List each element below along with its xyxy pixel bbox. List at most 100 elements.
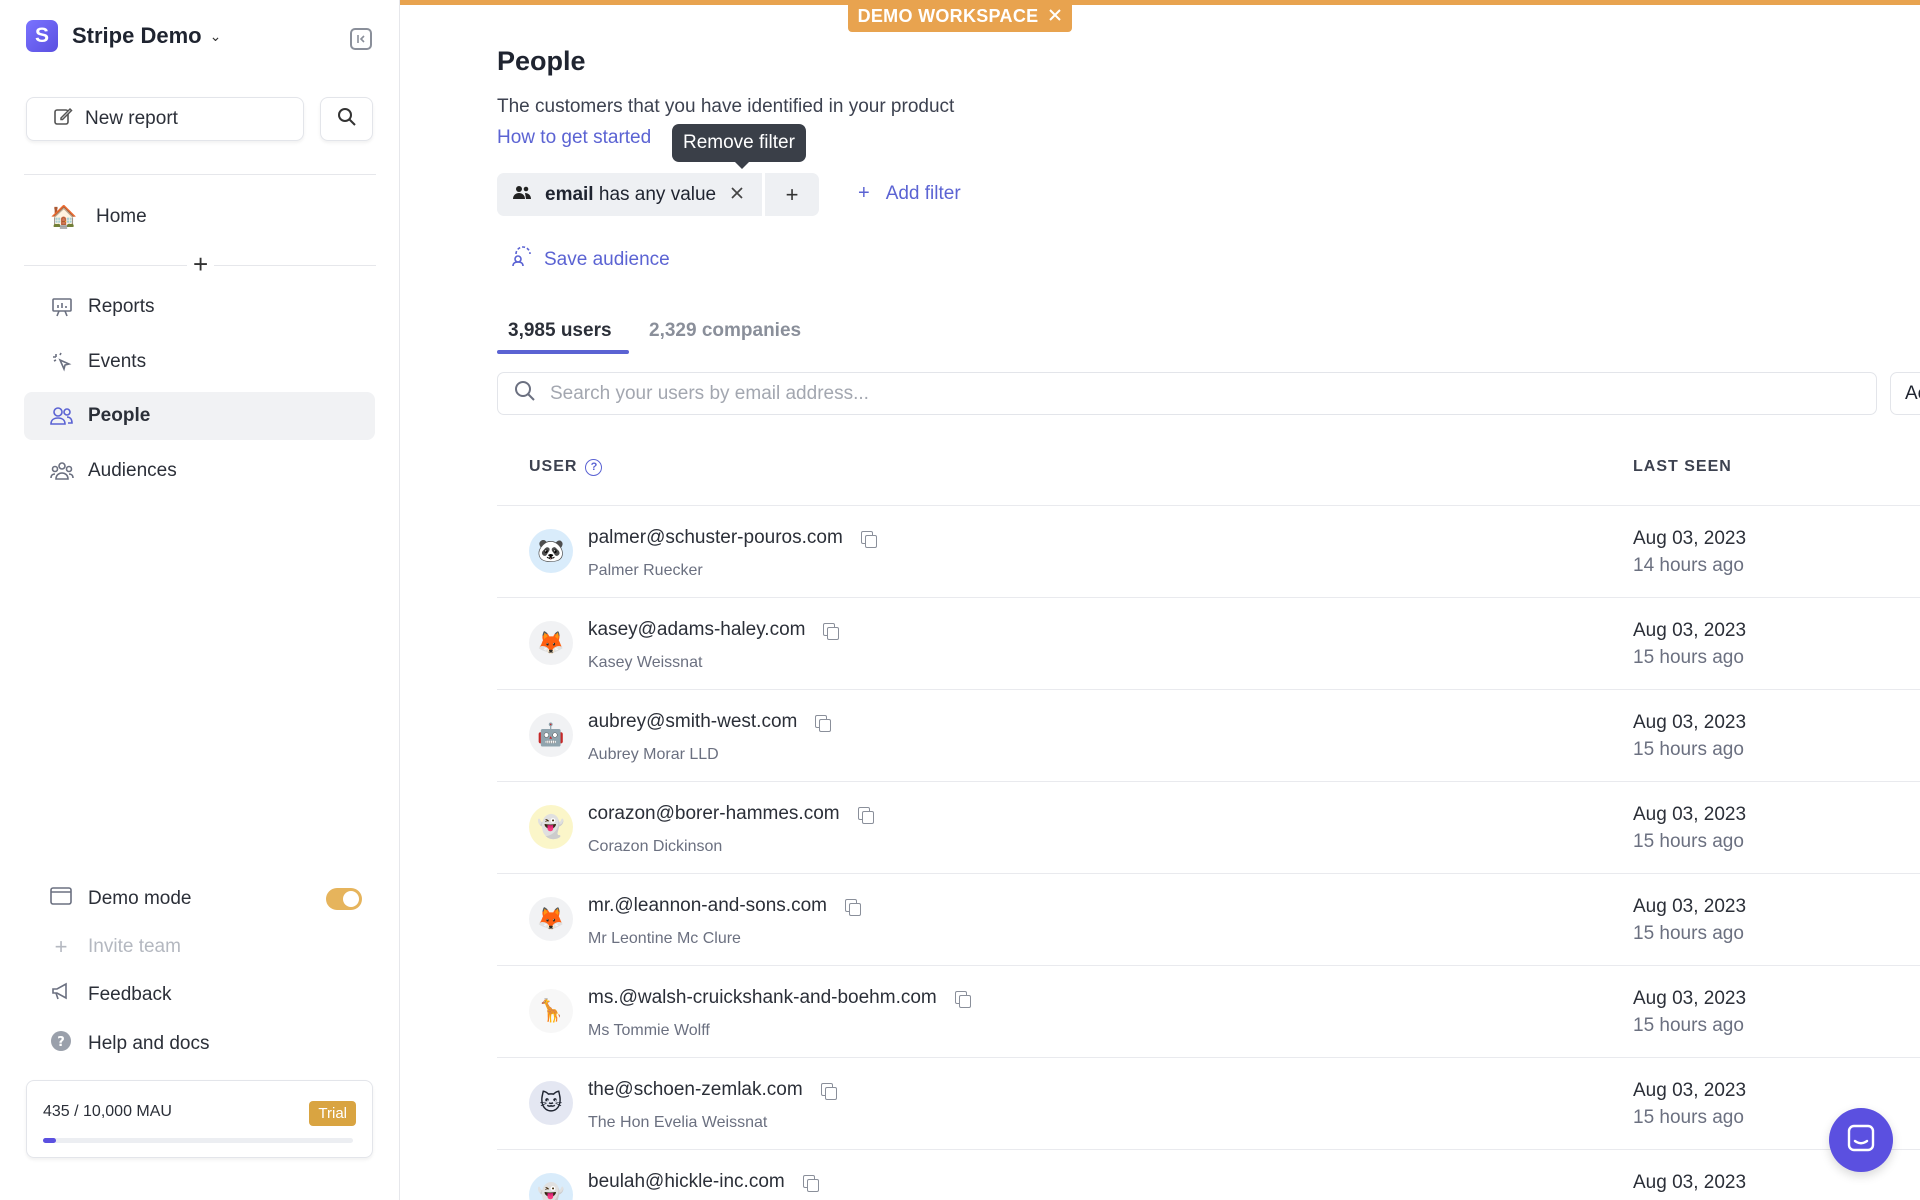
sidebar-item-reports[interactable]: Reports (24, 283, 375, 331)
user-email[interactable]: palmer@schuster-pouros.com (588, 527, 877, 549)
search-icon (514, 380, 536, 407)
table-row[interactable]: 🐱 the@schoen-zemlak.com The Hon Evelia Wei… (497, 1057, 1920, 1149)
user-email[interactable]: the@schoen-zemlak.com (588, 1079, 837, 1101)
plus-icon: + (54, 934, 68, 959)
copy-icon[interactable] (815, 714, 832, 732)
user-name: Mr Leontine Mc Clure (588, 930, 741, 947)
help-docs-item[interactable]: ? Help and docs (50, 1030, 209, 1058)
add-filter-button[interactable]: + Add filter (858, 182, 961, 205)
last-seen-date: Aug 03, 2023 (1633, 1172, 1747, 1193)
user-email[interactable]: ms.@walsh-cruickshank-and-boehm.com (588, 987, 971, 1009)
workspace-switcher[interactable]: S Stripe Demo ⌄ (26, 20, 221, 52)
last-seen-relative: 15 hours ago (1633, 1107, 1744, 1128)
last-seen-relative: 15 hours ago (1633, 831, 1744, 852)
demo-mode-label: Demo mode (88, 888, 192, 909)
page-subtitle: The customers that you have identified i… (497, 96, 955, 117)
remove-filter-icon[interactable] (731, 183, 743, 204)
svg-text:?: ? (57, 1035, 65, 1050)
user-name: Aubrey Morar LLD (588, 746, 719, 763)
browser-window-icon (50, 886, 72, 912)
demo-top-border (400, 0, 1920, 5)
chevron-down-icon: ⌄ (209, 27, 222, 44)
tab-users[interactable]: 3,985 users (508, 320, 612, 342)
table-row[interactable]: 🦊 kasey@adams-haley.com Kasey Weissnat Aug … (497, 597, 1920, 689)
copy-icon[interactable] (860, 530, 877, 548)
copy-icon[interactable] (820, 1082, 837, 1100)
copy-icon[interactable] (857, 806, 874, 824)
last-seen-date: Aug 03, 2023 (1633, 1080, 1747, 1101)
copy-icon[interactable] (823, 622, 840, 640)
sidebar: S Stripe Demo ⌄ New report 🏠 Home + Repo… (0, 0, 400, 1200)
how-to-get-started-link[interactable]: How to get started (497, 127, 651, 149)
avatar: 👻 (529, 1173, 573, 1200)
table-row[interactable]: 👻 beulah@hickle-inc.com Aug 03, 2023 (497, 1149, 1920, 1200)
table-row[interactable]: 👻 corazon@borer-hammes.com Corazon Dickins… (497, 781, 1920, 873)
audience-icon (512, 246, 534, 274)
filter-text: email has any value (545, 184, 716, 206)
new-report-button[interactable]: New report (26, 97, 304, 141)
user-search-field[interactable] (497, 372, 1877, 415)
user-name: Corazon Dickinson (588, 838, 723, 855)
copy-icon[interactable] (954, 990, 971, 1008)
avatar: 🦒 (529, 989, 573, 1033)
user-email-text: aubrey@smith-west.com (588, 711, 798, 732)
last-seen-date: Aug 03, 2023 (1633, 528, 1747, 549)
sidebar-item-people[interactable]: People (24, 392, 375, 440)
last-seen-relative: 15 hours ago (1633, 923, 1744, 944)
workspace-logo: S (26, 20, 58, 52)
save-audience-label: Save audience (544, 249, 670, 270)
last-seen-date: Aug 03, 2023 (1633, 988, 1747, 1009)
chat-icon (1846, 1123, 1876, 1158)
sidebar-item-events[interactable]: Events (24, 338, 375, 386)
last-seen-relative: 15 hours ago (1633, 647, 1744, 668)
truncated-action-button[interactable]: Ac (1890, 372, 1920, 415)
last-seen-relative: 15 hours ago (1633, 739, 1744, 760)
add-condition-button[interactable]: + (765, 173, 819, 216)
collapse-sidebar-icon[interactable] (350, 28, 372, 50)
table-row[interactable]: 🤖 aubrey@smith-west.com Aubrey Morar LLD Au… (497, 689, 1920, 781)
mau-progress-bar (43, 1138, 353, 1143)
help-icon[interactable]: ? (585, 458, 603, 476)
chat-launcher-button[interactable] (1829, 1108, 1893, 1172)
user-email[interactable]: kasey@adams-haley.com (588, 619, 840, 641)
table-row[interactable]: 🦊 mr.@leannon-and-sons.com Mr Leontine Mc … (497, 873, 1920, 965)
demo-workspace-banner: DEMO WORKSPACE (848, 0, 1072, 32)
add-section-icon[interactable]: + (187, 251, 215, 277)
tab-companies[interactable]: 2,329 companies (649, 320, 801, 342)
table-row[interactable]: 🦒 ms.@walsh-cruickshank-and-boehm.com Ms T… (497, 965, 1920, 1057)
users-icon (513, 184, 531, 206)
search-input[interactable] (550, 382, 1450, 405)
search-icon (337, 107, 357, 132)
sidebar-item-label: Events (88, 351, 147, 372)
active-tab-indicator (497, 350, 629, 354)
copy-icon[interactable] (844, 898, 861, 916)
close-icon[interactable] (1048, 6, 1062, 27)
user-name: The Hon Evelia Weissnat (588, 1114, 768, 1131)
sidebar-item-audiences[interactable]: Audiences (24, 447, 375, 495)
copy-icon[interactable] (802, 1174, 819, 1192)
plus-icon: + (858, 182, 870, 204)
demo-mode-toggle[interactable] (326, 888, 362, 910)
column-header-last-seen[interactable]: LAST SEEN (1633, 458, 1732, 476)
last-seen-relative: 15 hours ago (1633, 1015, 1744, 1036)
mau-count: 435 / 10,000 MAU (43, 1103, 172, 1120)
mau-usage-card[interactable]: 435 / 10,000 MAU Trial (26, 1080, 373, 1158)
table-row[interactable]: 🐼 palmer@schuster-pouros.com Palmer Ruecke… (497, 505, 1920, 597)
last-seen-date: Aug 03, 2023 (1633, 712, 1747, 733)
sidebar-search-button[interactable] (320, 97, 373, 141)
user-email[interactable]: mr.@leannon-and-sons.com (588, 895, 861, 917)
invite-team-item[interactable]: + Invite team (50, 934, 181, 960)
user-email[interactable]: beulah@hickle-inc.com (588, 1171, 819, 1193)
save-audience-button[interactable]: Save audience (512, 246, 670, 274)
user-email-text: mr.@leannon-and-sons.com (588, 895, 827, 916)
feedback-label: Feedback (88, 984, 172, 1005)
user-email-text: beulah@hickle-inc.com (588, 1171, 785, 1192)
filter-chip[interactable]: email has any value (497, 173, 762, 216)
user-email[interactable]: aubrey@smith-west.com (588, 711, 832, 733)
column-header-user[interactable]: USER ? (529, 458, 603, 476)
add-filter-label: Add filter (885, 182, 961, 204)
group-icon (50, 459, 74, 483)
sidebar-item-home[interactable]: 🏠 Home (24, 193, 375, 241)
user-email[interactable]: corazon@borer-hammes.com (588, 803, 874, 825)
feedback-item[interactable]: Feedback (50, 982, 171, 1008)
